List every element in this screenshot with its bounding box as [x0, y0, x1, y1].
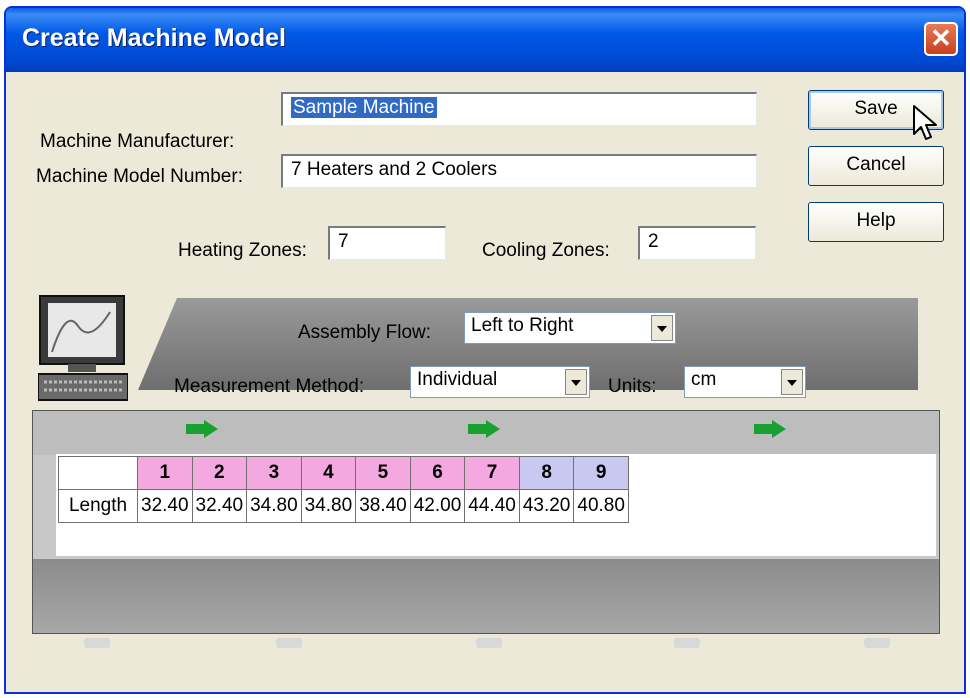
zone-header: 7	[464, 456, 520, 490]
computer-monitor-icon	[38, 295, 128, 401]
model-number-label: Machine Model Number:	[36, 166, 243, 187]
flow-arrow-icon	[186, 420, 218, 438]
cooling-zones-field[interactable]: 2	[638, 226, 756, 260]
close-icon[interactable]: ✕	[924, 22, 958, 56]
zone-header: 2	[191, 456, 248, 490]
conveyor-foot	[84, 638, 110, 648]
length-row: Length 32.40 32.40 34.80 34.80 38.40 42.…	[58, 489, 629, 523]
units-label: Units:	[608, 376, 657, 397]
length-cell[interactable]: 40.80	[573, 489, 629, 523]
chevron-down-icon[interactable]	[651, 315, 673, 341]
zone-table: 1 2 3 4 5 6 7 8 9 Length 32.40 32.40 34.…	[58, 456, 629, 523]
assembly-flow-select[interactable]: Left to Right	[464, 312, 676, 344]
help-button[interactable]: Help	[808, 202, 944, 242]
units-select[interactable]: cm	[684, 366, 806, 398]
row-label: Length	[58, 489, 138, 523]
machine-panel: Assembly Flow: Left to Right Measurement…	[28, 288, 946, 648]
corner-cell	[58, 456, 138, 490]
heating-zones-label: Heating Zones:	[178, 240, 307, 261]
length-cell[interactable]: 44.40	[464, 489, 520, 523]
measurement-method-select[interactable]: Individual	[410, 366, 590, 398]
mouse-cursor-icon	[913, 105, 937, 140]
conveyor-foot	[864, 638, 890, 648]
chevron-down-icon[interactable]	[781, 369, 803, 395]
cooling-zones-label: Cooling Zones:	[482, 240, 610, 261]
zone-header-row: 1 2 3 4 5 6 7 8 9	[58, 456, 629, 490]
zone-header: 8	[518, 456, 575, 490]
conveyor-foot	[276, 638, 302, 648]
length-cell[interactable]: 32.40	[137, 489, 193, 523]
flow-arrow-icon	[754, 420, 786, 438]
manufacturer-value: Sample Machine	[291, 97, 437, 118]
zone-header: 1	[137, 456, 193, 490]
chevron-down-icon[interactable]	[565, 369, 587, 395]
units-value: cm	[691, 369, 717, 390]
heating-zones-field[interactable]: 7	[328, 226, 446, 260]
measurement-method-label: Measurement Method:	[174, 376, 365, 397]
model-number-field[interactable]: 7 Heaters and 2 Coolers	[281, 154, 757, 188]
length-cell[interactable]: 34.80	[300, 489, 357, 523]
zone-header: 4	[300, 456, 357, 490]
cancel-button[interactable]: Cancel	[808, 146, 944, 186]
length-cell[interactable]: 32.40	[191, 489, 248, 523]
length-cell[interactable]: 34.80	[246, 489, 302, 523]
zone-header: 9	[573, 456, 629, 490]
zone-header: 5	[355, 456, 411, 490]
length-cell[interactable]: 38.40	[355, 489, 411, 523]
zone-header: 3	[246, 456, 302, 490]
conveyor-base	[33, 559, 939, 633]
length-cell[interactable]: 42.00	[409, 489, 466, 523]
measurement-method-value: Individual	[417, 369, 498, 390]
create-machine-model-dialog: Create Machine Model ✕ Machine Manufactu…	[4, 6, 966, 694]
flow-arrow-icon	[468, 420, 500, 438]
manufacturer-label: Machine Manufacturer:	[40, 131, 235, 152]
conveyor-foot	[476, 638, 502, 648]
title-bar[interactable]: Create Machine Model ✕	[6, 8, 964, 72]
assembly-flow-label: Assembly Flow:	[298, 322, 432, 343]
length-cell[interactable]: 43.20	[518, 489, 575, 523]
conveyor-foot	[674, 638, 700, 648]
manufacturer-field[interactable]: Sample Machine	[281, 92, 757, 126]
window-title: Create Machine Model	[22, 24, 286, 52]
zone-header: 6	[409, 456, 466, 490]
assembly-flow-value: Left to Right	[471, 315, 574, 336]
